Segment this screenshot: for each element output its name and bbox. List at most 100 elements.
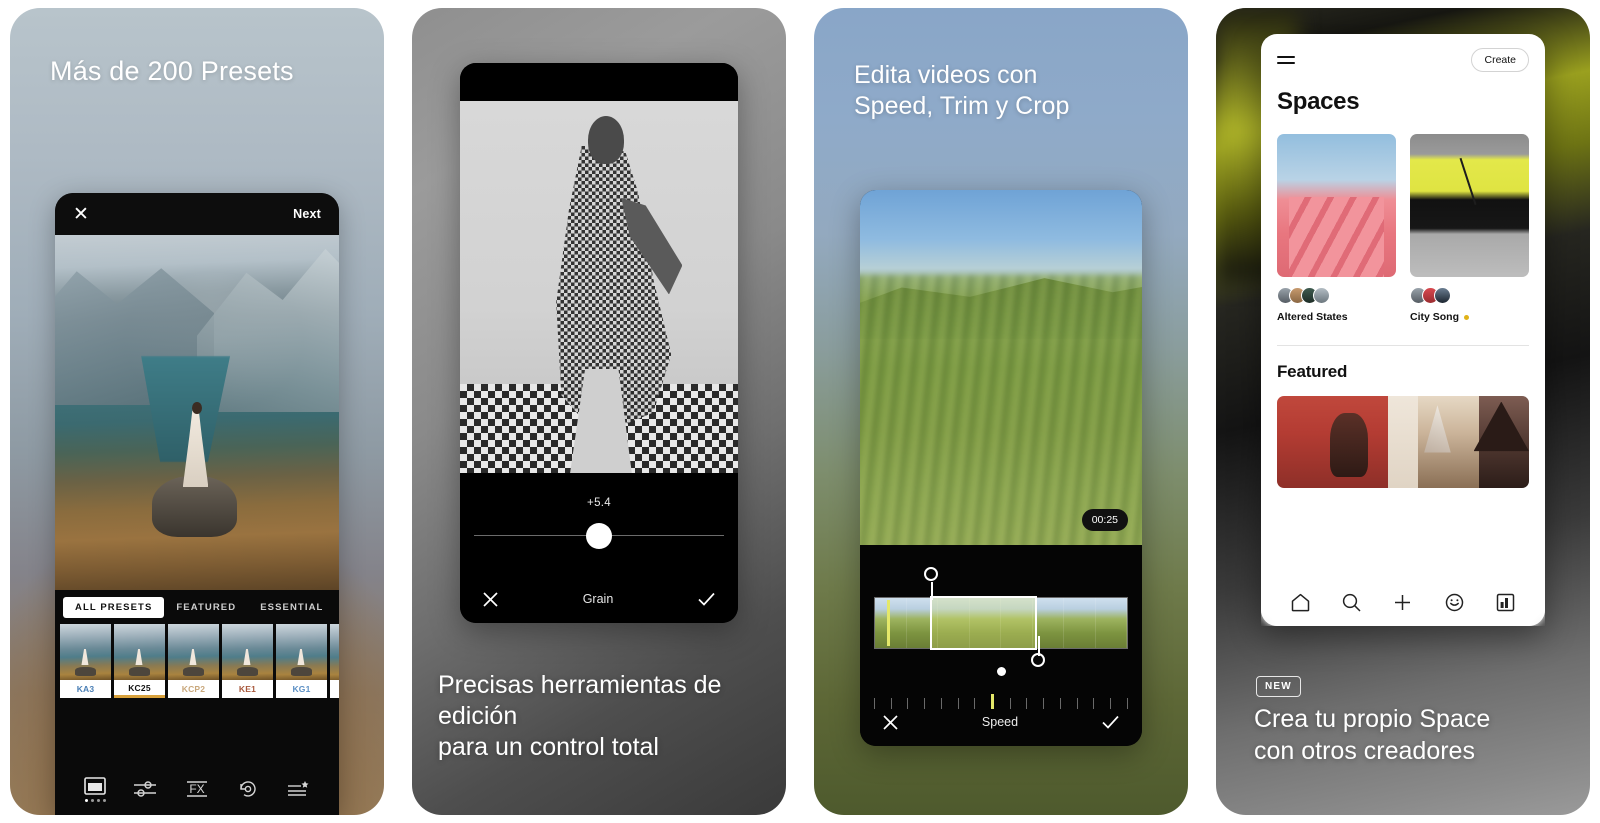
featured-item[interactable] [1418,396,1479,488]
grain-slider-knob[interactable] [586,523,612,549]
featured-item[interactable] [1478,396,1529,488]
preset-thumb[interactable]: KG1 [276,624,327,698]
check-icon[interactable] [697,591,716,607]
space-name: Altered States [1277,311,1348,323]
featured-item[interactable] [1387,396,1419,488]
close-icon[interactable] [482,591,499,608]
preset-thumb[interactable]: KC25 [114,624,165,698]
panel-spaces: Create Spaces Altered States City Song F… [1216,8,1590,815]
preset-thumb[interactable]: KG2 [330,624,339,698]
speed-scrubber-knob[interactable] [996,667,1006,676]
bottom-navigation-bar [1261,578,1545,626]
space-cover-image [1410,134,1529,277]
panel-grain: +5.4 Grain Precisas herramientas de edic… [412,8,786,815]
caption-line-1: Precisas herramientas de edición [438,671,722,730]
tab-essential[interactable]: ESSENTIAL [248,597,335,618]
home-icon[interactable] [1290,592,1311,613]
search-icon[interactable] [1341,592,1362,613]
preset-preview-image [276,624,327,680]
preset-label: KG1 [276,680,327,698]
video-timeline-panel: Speed [860,545,1142,746]
video-action-bar: Speed [860,698,1142,746]
smiley-face-icon[interactable] [1444,592,1465,613]
preset-preview-image [114,624,165,680]
preset-thumb[interactable]: KE1 [222,624,273,698]
member-avatars [1277,287,1396,304]
panel-grain-caption: Precisas herramientas de edición para un… [438,670,760,763]
check-icon[interactable] [1101,714,1120,730]
adjust-tool-button[interactable] [133,780,157,798]
tab-popular[interactable]: POPU [335,597,339,618]
bar-chart-icon[interactable] [1495,592,1516,613]
caption-line-1: Crea tu propio Space [1254,705,1491,733]
tab-all-presets[interactable]: ALL PRESETS [63,596,165,618]
member-avatars [1410,287,1529,304]
video-app-mockup: 00:25 Speed [860,190,1142,746]
svg-text:FX: FX [189,782,204,796]
featured-carousel[interactable] [1277,396,1529,488]
preset-label: KC25 [114,680,165,698]
grain-photo-preview [460,101,738,473]
close-icon[interactable]: ✕ [73,205,89,224]
spaces-grid: Altered States City Song [1261,118,1545,323]
recipes-star-icon [287,781,309,796]
preset-thumb[interactable]: KA3 [60,624,111,698]
fx-icon: FX [186,781,207,797]
page-title: Spaces [1277,88,1360,115]
grain-tool-label: Grain [582,592,614,606]
trim-selection[interactable] [929,596,1037,650]
speed-tool-label: Speed [981,715,1019,729]
hamburger-menu-icon[interactable] [1277,52,1295,68]
video-preview: 00:25 [860,190,1142,545]
duration-badge: 00:25 [1081,509,1128,531]
space-card[interactable]: Altered States [1277,134,1396,323]
close-icon[interactable] [882,714,899,731]
filmstrip-frame [1064,598,1096,648]
plus-icon[interactable] [1392,592,1413,613]
editor-toolbar: FX [55,763,339,815]
space-name-row: City Song [1410,311,1529,323]
section-title-featured: Featured [1277,362,1348,381]
trim-handle-start[interactable] [923,567,938,600]
spaces-header: Create [1261,34,1545,76]
next-button[interactable]: Next [293,207,321,221]
filmstrip-frame [875,598,907,648]
frame-icon [84,776,107,795]
preset-preview-image [168,624,219,680]
space-name: City Song [1410,311,1459,323]
featured-item[interactable] [1277,396,1388,488]
sliders-icon [134,781,157,797]
preset-thumbnail-list: KA3 KC25 KCP2 KE1 KG1 [55,624,339,698]
effects-tool-button[interactable]: FX [184,779,210,799]
grain-action-bar: Grain [460,575,738,623]
recipes-tool-button[interactable] [286,779,310,799]
preset-label: KE1 [222,680,273,698]
grain-app-mockup: +5.4 Grain [460,63,738,623]
headline-line-2: Speed, Trim y Crop [854,92,1070,120]
space-card[interactable]: City Song [1410,134,1529,323]
unread-dot-icon [1464,314,1469,320]
new-badge: NEW [1256,676,1301,697]
history-tool-button[interactable] [237,779,259,799]
presets-topbar: ✕ Next [55,193,339,235]
caption-line-2: con otros creadores [1254,736,1475,765]
model-head [587,115,624,165]
app-store-screenshot-gallery: Más de 200 Presets ✕ Next ALL PRESETS FE… [0,0,1600,823]
tab-featured[interactable]: FEATURED [164,597,248,618]
preset-label: KA3 [60,680,111,698]
trim-handle-end[interactable] [1030,636,1045,667]
spaces-app-mockup: Create Spaces Altered States City Song F… [1261,34,1545,626]
space-cover-image [1277,134,1396,277]
preset-thumb[interactable]: KCP2 [168,624,219,698]
preset-preview-image [222,624,273,680]
avatar [1313,287,1330,304]
panel-spaces-caption: Crea tu propio Space con otros creadores [1254,704,1570,767]
timeline-track[interactable] [874,567,1128,667]
create-button[interactable]: Create [1471,48,1529,72]
presets-tool-button[interactable] [84,776,107,802]
avatar [1434,287,1451,304]
grain-slider-panel: +5.4 Grain [460,473,738,623]
filmstrip-frame [1095,598,1127,648]
panel-video-headline: Edita videos con Speed, Trim y Crop [854,60,1158,122]
space-name-row: Altered States [1277,311,1396,323]
